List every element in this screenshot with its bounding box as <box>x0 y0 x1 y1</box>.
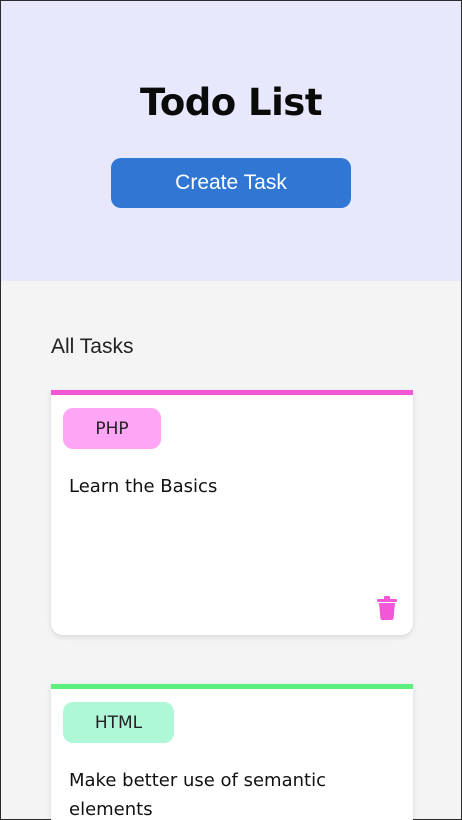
header: Todo List Create Task <box>1 1 461 281</box>
task-text: Learn the Basics <box>69 476 218 497</box>
task-tag: HTML <box>63 702 174 743</box>
create-task-button[interactable]: Create Task <box>111 158 351 208</box>
page-title: Todo List <box>140 81 323 124</box>
task-text: Make better use of semantic elements <box>69 770 326 820</box>
task-card[interactable]: PHP Learn the Basics <box>51 390 413 635</box>
task-card[interactable]: HTML Make better use of semantic element… <box>51 684 413 820</box>
task-tag: PHP <box>63 408 161 449</box>
trash-icon[interactable] <box>377 596 397 620</box>
section-label-all-tasks: All Tasks <box>51 335 134 358</box>
